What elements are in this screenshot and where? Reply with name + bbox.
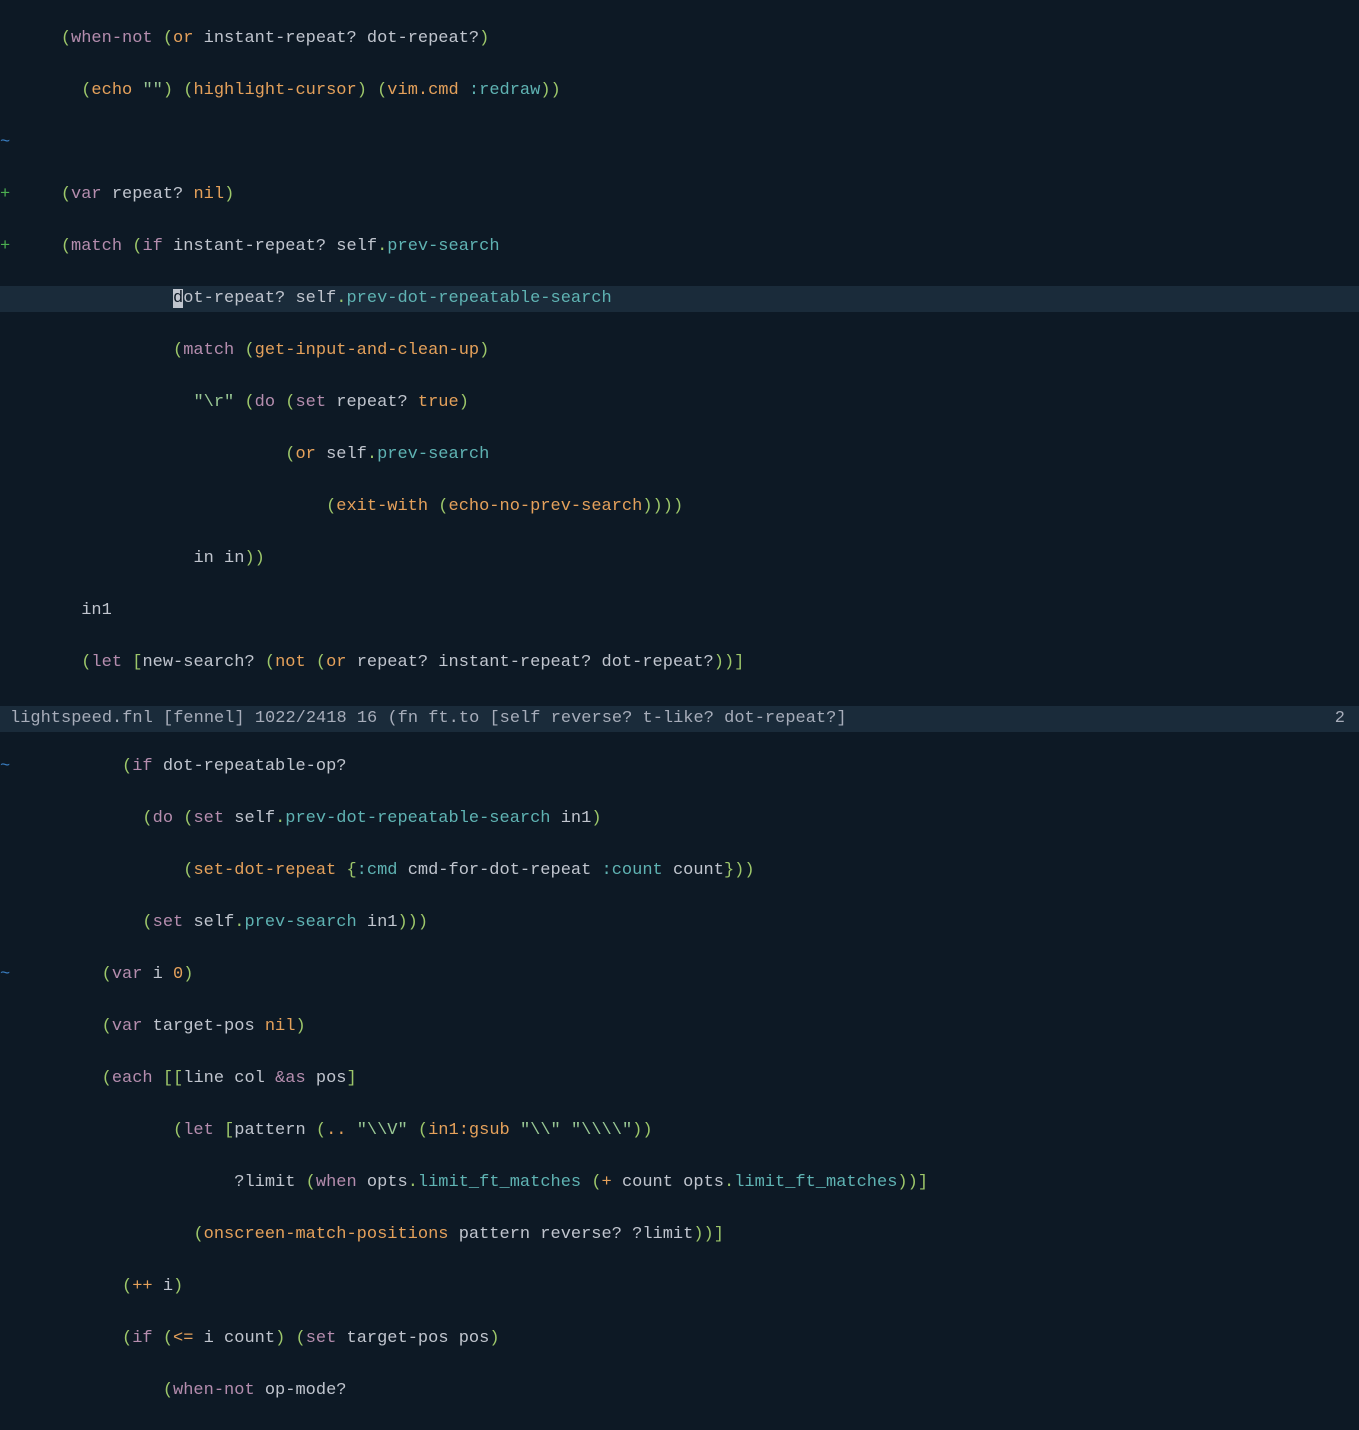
code-line: (let [new-search? (not (or repeat? insta…	[0, 650, 1359, 676]
code-line: (when-not op-mode?	[0, 1378, 1359, 1404]
cursor: d	[173, 289, 183, 308]
code-line: (onscreen-match-positions pattern revers…	[0, 1222, 1359, 1248]
code-line: ?limit (when opts.limit_ft_matches (+ co…	[0, 1170, 1359, 1196]
code-line: + (match (if instant-repeat? self.prev-s…	[0, 234, 1359, 260]
code-line: (when-not (or instant-repeat? dot-repeat…	[0, 26, 1359, 52]
tilde-icon: ~	[0, 130, 20, 156]
code-line: ~	[0, 130, 1359, 156]
code-line: (or self.prev-search	[0, 442, 1359, 468]
status-line: lightspeed.fnl [fennel] 1022/2418 16 (fn…	[0, 706, 1359, 732]
statusline-right: 2	[1335, 706, 1359, 732]
code-line: (if (<= i count) (set target-pos pos)	[0, 1326, 1359, 1352]
code-line: ~ (if dot-repeatable-op?	[0, 754, 1359, 780]
code-line: (++ i)	[0, 1274, 1359, 1300]
code-line: (set-dot-repeat {:cmd cmd-for-dot-repeat…	[0, 858, 1359, 884]
code-line: + (var repeat? nil)	[0, 182, 1359, 208]
tilde-icon: ~	[0, 754, 20, 780]
code-line: (match (get-input-and-clean-up)	[0, 338, 1359, 364]
code-line: (set self.prev-search in1)))	[0, 910, 1359, 936]
code-line: ~ (var i 0)	[0, 962, 1359, 988]
code-line: (let [pattern (.. "\\V" (in1:gsub "\\" "…	[0, 1118, 1359, 1144]
code-line: "\r" (do (set repeat? true)	[0, 390, 1359, 416]
plus-icon: +	[0, 182, 20, 208]
code-line: in in))	[0, 546, 1359, 572]
code-line: (do (set self.prev-dot-repeatable-search…	[0, 806, 1359, 832]
plus-icon: +	[0, 234, 20, 260]
code-line: in1	[0, 598, 1359, 624]
code-line: (echo "") (highlight-cursor) (vim.cmd :r…	[0, 78, 1359, 104]
tilde-icon: ~	[0, 962, 20, 988]
code-line: (each [[line col &as pos]	[0, 1066, 1359, 1092]
statusline-left: lightspeed.fnl [fennel] 1022/2418 16 (fn…	[10, 706, 847, 732]
current-line: dot-repeat? self.prev-dot-repeatable-sea…	[0, 286, 1359, 312]
code-line: (exit-with (echo-no-prev-search))))	[0, 494, 1359, 520]
code-line: (var target-pos nil)	[0, 1014, 1359, 1040]
